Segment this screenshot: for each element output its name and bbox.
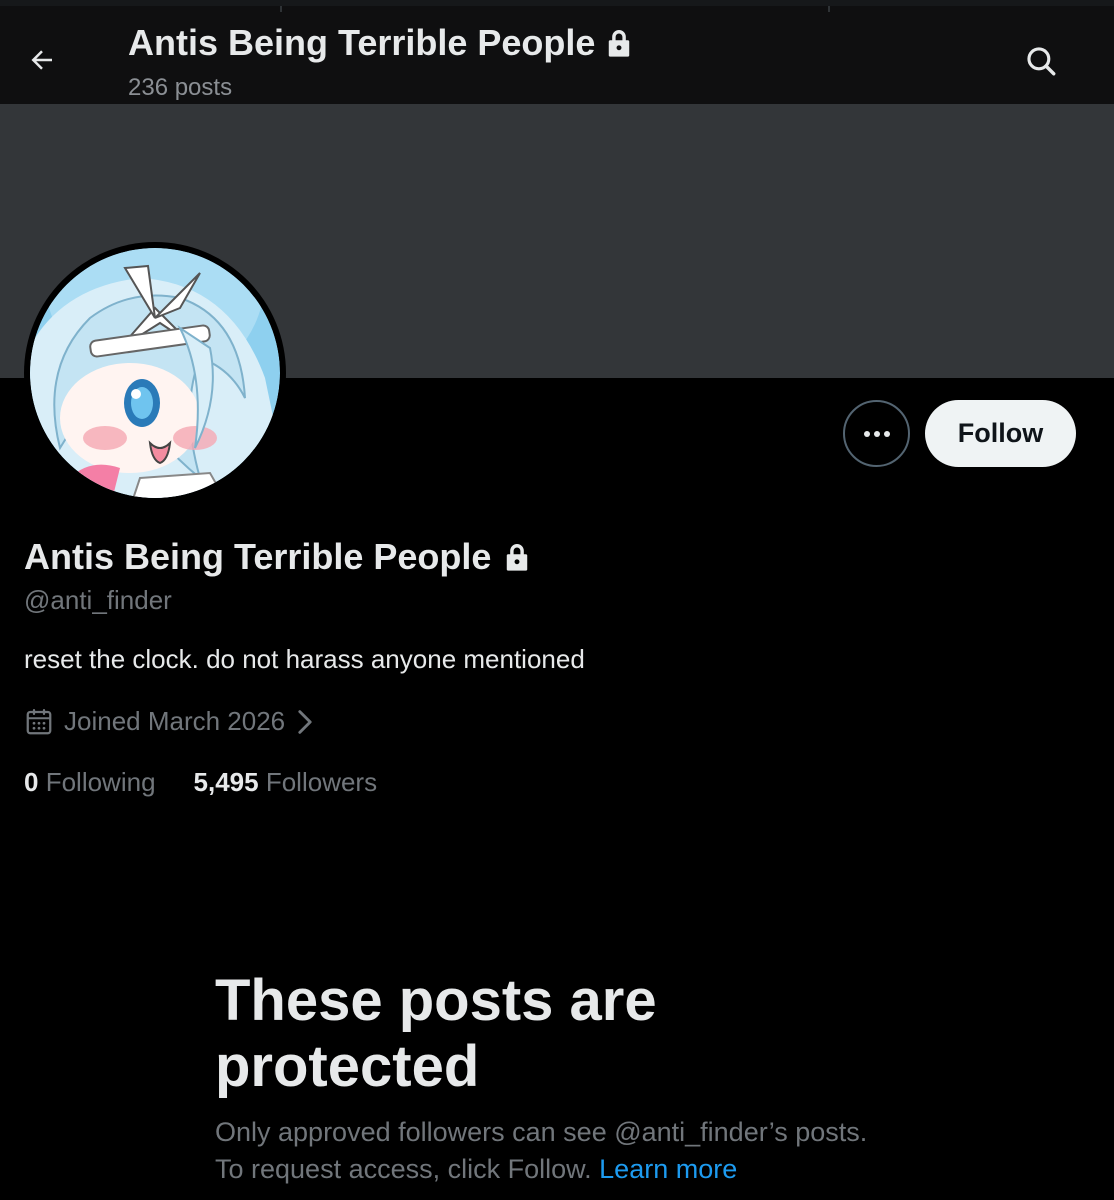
protected-description: Only approved followers can see @anti_fi… [215,1114,875,1188]
protected-title: These posts are protected [215,968,657,1099]
top-bar: Antis Being Terrible People 236 posts [0,0,1114,104]
header-title-text: Antis Being Terrible People [128,22,596,63]
display-name-text: Antis Being Terrible People [24,536,492,577]
followers-link[interactable]: 5,495 Followers [194,767,378,798]
more-icon [863,430,890,437]
followers-count: 5,495 [193,767,259,797]
more-options-button[interactable] [843,400,910,467]
following-label: Following [45,767,156,797]
follow-stats: 0 Following 5,495 Followers [24,767,377,798]
search-icon [1027,47,1056,76]
back-button[interactable] [18,36,66,84]
top-divider [280,6,282,12]
display-name: Antis Being Terrible People [24,536,531,578]
chevron-right-icon [298,709,312,734]
lock-icon [609,30,630,57]
search-button[interactable] [1016,36,1066,86]
follow-button[interactable]: Follow [925,400,1076,467]
following-link[interactable]: 0 Following [24,767,156,798]
post-count: 236 posts [128,74,233,101]
protected-description-text: Only approved followers can see @anti_fi… [215,1117,868,1184]
top-divider [828,6,830,12]
header-title: Antis Being Terrible People [128,22,633,64]
calendar-icon [26,708,52,734]
lock-icon [507,544,528,571]
user-handle: @anti_finder [24,585,172,615]
joined-text: Joined March 2026 [64,706,286,736]
learn-more-link[interactable]: Learn more [599,1154,737,1184]
following-count: 0 [24,767,39,797]
followers-label: Followers [265,767,378,797]
avatar[interactable] [24,242,286,504]
joined-date[interactable]: Joined March 2026 [24,706,315,737]
arrow-left-icon [31,50,52,70]
bio: reset the clock. do not harass anyone me… [24,644,585,674]
avatar-image [30,248,280,498]
